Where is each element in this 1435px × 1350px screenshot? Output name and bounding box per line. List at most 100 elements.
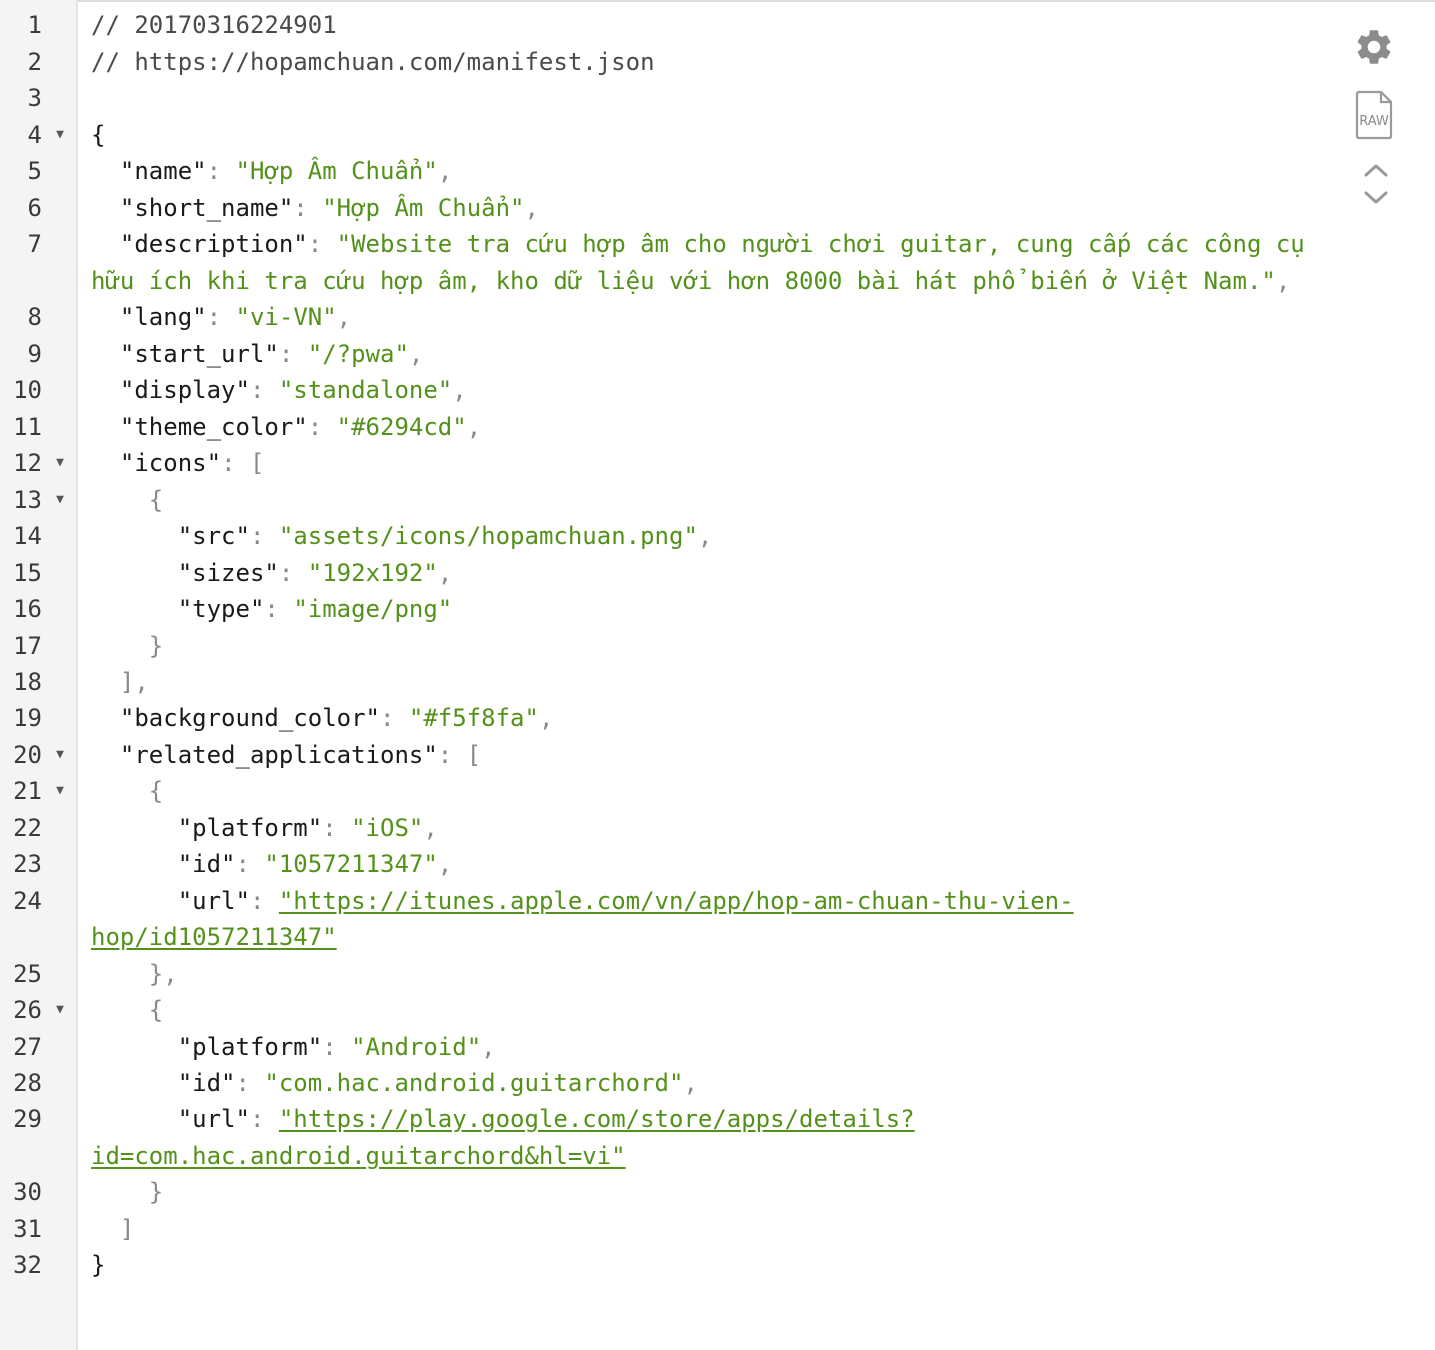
- close-brace: }: [91, 1251, 106, 1279]
- line-number: 24: [13, 887, 42, 915]
- json-string: "standalone": [278, 376, 453, 404]
- ios-app-link-continued[interactable]: hop/id1057211347": [91, 923, 337, 951]
- code-line: "url": "https://play.google.com/store/ap…: [177, 1105, 915, 1133]
- json-key: "type": [177, 595, 265, 623]
- json-key: "description": [119, 230, 308, 258]
- line-number: 30: [13, 1178, 42, 1206]
- code-line: "id": "1057211347",: [177, 850, 453, 878]
- ios-app-link[interactable]: "https://itunes.apple.com/vn/app/hop-am-…: [279, 887, 1074, 915]
- code-line: {: [91, 777, 164, 805]
- code-line: "url": "https://itunes.apple.com/vn/app/…: [177, 887, 1074, 915]
- json-key: "display": [119, 376, 250, 404]
- code-line: "background_color": "#f5f8fa",: [119, 704, 554, 732]
- expand-all-button[interactable]: [1362, 186, 1390, 210]
- code-line: {: [91, 486, 164, 514]
- code-line: "lang": "vi-VN",: [119, 303, 352, 331]
- fold-toggle[interactable]: ▼: [53, 992, 67, 1028]
- comment-timestamp: // 20170316224901: [91, 11, 337, 39]
- top-border: [0, 0, 1435, 2]
- json-string: "#6294cd": [336, 413, 467, 441]
- raw-label: RAW: [1359, 114, 1389, 129]
- line-number: 6: [27, 194, 42, 222]
- line-number: 10: [13, 376, 42, 404]
- json-string: "192x192": [307, 559, 438, 587]
- json-string: "iOS": [351, 814, 424, 842]
- json-key: "start_url": [119, 340, 279, 368]
- line-number: 27: [13, 1033, 42, 1061]
- chevron-up-icon: [1364, 164, 1388, 177]
- fold-toggle[interactable]: ▼: [53, 445, 67, 481]
- json-key: "sizes": [177, 559, 279, 587]
- code-line: }: [91, 1178, 164, 1206]
- json-key: "theme_color": [119, 413, 308, 441]
- json-key: "lang": [119, 303, 207, 331]
- line-number: 23: [13, 850, 42, 878]
- line-number: 15: [13, 559, 42, 587]
- json-key: "id": [177, 1069, 236, 1097]
- code-line: "platform": "iOS",: [177, 814, 438, 842]
- line-number: 20: [13, 741, 42, 769]
- code-line: "related_applications": [: [119, 741, 482, 769]
- open-brace: {: [91, 121, 106, 149]
- code-line: "sizes": "192x192",: [177, 559, 453, 587]
- code-line: }: [91, 632, 164, 660]
- code-line-wrap: hop/id1057211347": [91, 919, 337, 955]
- code-line: },: [91, 960, 178, 988]
- json-string: "assets/icons/hopamchuan.png": [278, 522, 698, 550]
- fold-toggle[interactable]: ▼: [53, 117, 67, 153]
- json-key: "name": [119, 157, 207, 185]
- line-number: 7: [27, 230, 42, 258]
- line-number: 11: [13, 413, 42, 441]
- code-line: {: [91, 996, 164, 1024]
- line-number: 18: [13, 668, 42, 696]
- line-number: 9: [27, 340, 42, 368]
- line-number: 8: [27, 303, 42, 331]
- code-line: ],: [91, 668, 149, 696]
- android-app-link-continued[interactable]: id=com.hac.android.guitarchord&hl=vi": [91, 1142, 626, 1170]
- line-number: 21: [13, 777, 42, 805]
- json-string: "Website tra cứu hợp âm cho người chơi g…: [336, 230, 1305, 258]
- collapse-all-button[interactable]: [1362, 158, 1390, 182]
- json-key: "url": [177, 1105, 250, 1133]
- json-key: "short_name": [119, 194, 294, 222]
- line-number: 5: [27, 157, 42, 185]
- json-string: "Android": [351, 1033, 482, 1061]
- fold-toggle[interactable]: ▼: [53, 737, 67, 773]
- json-string: "#f5f8fa": [408, 704, 539, 732]
- json-key: "src": [177, 522, 250, 550]
- code-line: "icons": [: [119, 449, 265, 477]
- code-line: }: [91, 1247, 105, 1283]
- json-string: "com.hac.android.guitarchord": [264, 1069, 684, 1097]
- code-line: "src": "assets/icons/hopamchuan.png",: [177, 522, 713, 550]
- code-line: "display": "standalone",: [119, 376, 467, 404]
- fold-toggle[interactable]: ▼: [53, 482, 67, 518]
- line-number: 32: [13, 1251, 42, 1279]
- line-number: 26: [13, 996, 42, 1024]
- line-number: 3: [27, 84, 42, 112]
- line-number: 4: [27, 121, 42, 149]
- code-line: "name": "Hợp Âm Chuẩn",: [119, 157, 453, 185]
- code-line: "platform": "Android",: [177, 1033, 496, 1061]
- json-string: hữu ích khi tra cứu hợp âm, kho dữ liệu …: [91, 267, 1276, 295]
- code-line: "type": "image/png": [177, 595, 453, 623]
- json-string: "1057211347": [264, 850, 438, 878]
- code-line: ]: [91, 1215, 135, 1243]
- raw-view-button[interactable]: RAW: [1354, 90, 1394, 140]
- code-line: "description": "Website tra cứu hợp âm c…: [119, 230, 1305, 258]
- line-number: 2: [27, 48, 42, 76]
- code-line: {: [91, 117, 105, 153]
- fold-toggle[interactable]: ▼: [53, 773, 67, 809]
- line-number: 22: [13, 814, 42, 842]
- gear-icon: [1357, 30, 1391, 64]
- json-key: "related_applications": [119, 741, 438, 769]
- json-string: "Hợp Âm Chuẩn": [322, 194, 525, 222]
- line-number: 19: [13, 704, 42, 732]
- line-number: 16: [13, 595, 42, 623]
- code-line: "theme_color": "#6294cd",: [119, 413, 482, 441]
- line-number: 13: [13, 486, 42, 514]
- json-string: "/?pwa": [307, 340, 409, 368]
- code-line: "start_url": "/?pwa",: [119, 340, 424, 368]
- json-key: "background_color": [119, 704, 380, 732]
- settings-button[interactable]: [1352, 25, 1396, 69]
- android-app-link[interactable]: "https://play.google.com/store/apps/deta…: [279, 1105, 915, 1133]
